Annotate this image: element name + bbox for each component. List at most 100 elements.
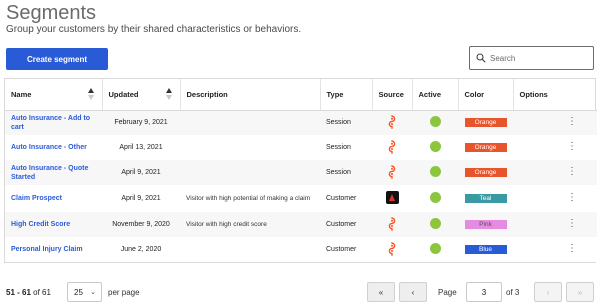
active-cell	[412, 160, 458, 185]
per-page-select[interactable]: 25 ⌄	[67, 282, 102, 302]
column-header-name[interactable]: Name	[5, 79, 103, 111]
column-header-label: Name	[11, 89, 32, 99]
table-row[interactable]: Personal Injury Claim June 2, 2020 Custome…	[5, 237, 597, 262]
results-count: 51 - 61 of 61	[6, 288, 51, 297]
options-cell: ⋮	[513, 237, 597, 262]
color-cell: Orange	[458, 135, 513, 160]
options-cell: ⋮	[513, 110, 597, 135]
options-cell: ⋮	[513, 212, 597, 237]
create-segment-button[interactable]: Create segment	[6, 48, 108, 70]
column-header-label: Updated	[108, 89, 139, 99]
search-box[interactable]	[469, 46, 594, 70]
active-cell	[412, 237, 458, 262]
chevron-down-icon: ⌄	[90, 289, 96, 296]
more-options-icon[interactable]: ⋮	[567, 219, 577, 229]
column-header-description: Description	[180, 79, 321, 111]
journey-icon	[386, 216, 398, 231]
active-status-icon	[429, 192, 441, 203]
column-header-options: Options	[513, 79, 597, 111]
table-row[interactable]: Auto Insurance - Other April 13, 2021 Sess…	[5, 135, 597, 160]
updated-date: April 9, 2021	[102, 185, 180, 212]
options-cell: ⋮	[513, 135, 597, 160]
journey-icon	[386, 164, 398, 179]
sort-icon[interactable]	[165, 88, 174, 102]
segment-type: Session	[320, 160, 372, 185]
color-chip: Orange	[464, 118, 507, 128]
per-page-label: per page	[108, 288, 140, 297]
options-cell: ⋮	[513, 160, 597, 185]
color-cell: Teal	[458, 185, 513, 212]
table-row[interactable]: Auto Insurance - Quote Started April 9, 2…	[5, 160, 597, 185]
color-cell: Orange	[458, 160, 513, 185]
last-page-button[interactable]: »	[566, 282, 594, 302]
segment-type: Customer	[320, 237, 372, 262]
first-page-button[interactable]: «	[367, 282, 395, 302]
more-options-icon[interactable]: ⋮	[567, 244, 577, 254]
search-icon	[476, 53, 486, 63]
segment-name-link[interactable]: Auto Insurance - Add to cart	[11, 114, 102, 132]
column-header-updated[interactable]: Updated	[102, 79, 181, 111]
color-chip: Orange	[464, 168, 507, 177]
segment-type: Session	[320, 110, 372, 135]
sort-icon[interactable]	[87, 88, 96, 102]
table-row[interactable]: High Credit Score November 9, 2020 Visitor…	[5, 212, 597, 237]
journey-icon	[386, 241, 398, 256]
updated-date: November 9, 2020	[102, 212, 180, 237]
color-cell: Pink	[458, 212, 513, 237]
color-chip: Pink	[464, 220, 507, 229]
more-options-icon[interactable]: ⋮	[567, 193, 577, 203]
active-status-icon	[429, 141, 441, 152]
page-subtitle: Group your customers by their shared cha…	[6, 24, 302, 35]
search-input[interactable]	[490, 53, 590, 63]
segment-description: Visitor with high credit score	[186, 220, 267, 228]
active-cell	[412, 135, 458, 160]
segment-description: Visitor with high potential of making a …	[186, 194, 311, 202]
segments-table: Name Updated Description Type Source Act…	[4, 78, 597, 263]
source-cell	[372, 212, 412, 237]
source-cell	[372, 237, 412, 262]
active-status-icon	[429, 243, 441, 254]
source-cell	[372, 110, 412, 135]
table-header-row: Name Updated Description Type Source Act…	[5, 79, 597, 111]
source-cell	[372, 160, 412, 185]
results-range: 51 - 61	[6, 288, 31, 297]
options-cell: ⋮	[513, 185, 597, 212]
segment-name-link[interactable]: High Credit Score	[11, 220, 102, 229]
more-options-icon[interactable]: ⋮	[567, 167, 577, 177]
adobe-icon	[385, 191, 399, 204]
column-header-type: Type	[320, 79, 373, 111]
page-total: of 3	[506, 288, 520, 297]
column-header-color: Color	[458, 79, 514, 111]
page-number-input[interactable]: 3	[466, 282, 502, 302]
segment-name-link[interactable]: Auto Insurance - Quote Started	[11, 164, 102, 182]
page-title: Segments	[6, 2, 97, 24]
source-cell	[372, 135, 412, 160]
more-options-icon[interactable]: ⋮	[567, 142, 577, 152]
active-cell	[412, 110, 458, 135]
segment-name-link[interactable]: Auto Insurance - Other	[11, 143, 102, 152]
journey-icon	[386, 139, 398, 154]
segment-name-link[interactable]: Claim Prospect	[11, 194, 102, 203]
active-cell	[412, 185, 458, 212]
column-header-active: Active	[412, 79, 459, 111]
more-options-icon[interactable]: ⋮	[567, 117, 577, 127]
active-status-icon	[429, 166, 441, 177]
color-cell: Blue	[458, 237, 513, 262]
table-row[interactable]: Claim Prospect April 9, 2021 Visitor with …	[5, 185, 597, 212]
updated-date: June 2, 2020	[102, 237, 180, 262]
updated-date: April 13, 2021	[102, 135, 180, 160]
color-chip: Orange	[464, 143, 507, 152]
next-page-button[interactable]: ›	[534, 282, 562, 302]
updated-date: April 9, 2021	[102, 160, 180, 185]
table-row[interactable]: Auto Insurance - Add to cart February 9, …	[5, 110, 597, 135]
previous-page-button[interactable]: ‹	[399, 282, 427, 302]
active-status-icon	[429, 218, 441, 229]
color-chip: Teal	[464, 194, 507, 203]
segment-name-link[interactable]: Personal Injury Claim	[11, 245, 102, 254]
updated-date: February 9, 2021	[102, 110, 180, 135]
color-chip: Blue	[464, 245, 507, 254]
segment-type: Session	[320, 135, 372, 160]
segment-type: Customer	[320, 212, 372, 237]
source-cell	[372, 185, 412, 212]
active-status-icon	[429, 116, 441, 128]
